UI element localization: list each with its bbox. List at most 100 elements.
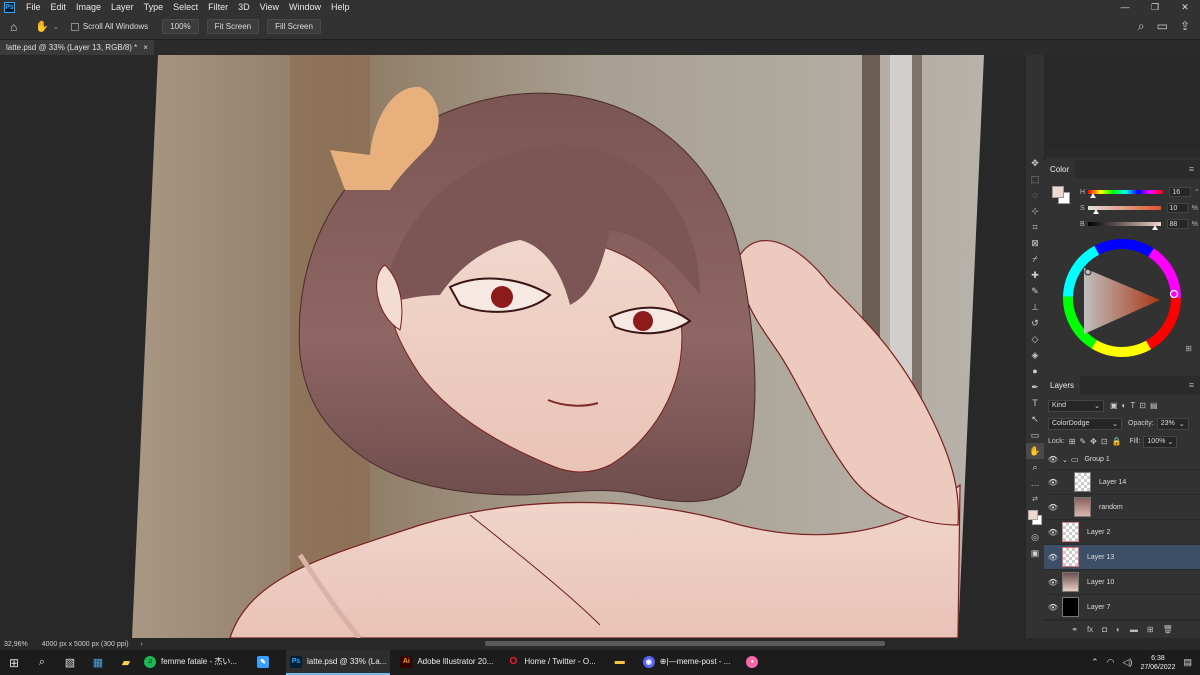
- layer-row-random[interactable]: 👁 random: [1044, 495, 1200, 520]
- fg-bg-swatch[interactable]: [1052, 186, 1072, 206]
- menu-edit[interactable]: Edit: [46, 2, 72, 12]
- fill-screen-button[interactable]: Fill Screen: [267, 19, 321, 34]
- hue-value[interactable]: 16: [1169, 187, 1192, 197]
- saturation-value[interactable]: 10: [1166, 203, 1188, 213]
- canvas-area[interactable]: [0, 55, 1026, 638]
- expand-icon[interactable]: ⊞: [1185, 344, 1192, 353]
- taskbar-app-osu[interactable]: ●: [742, 650, 767, 675]
- menu-3d[interactable]: 3D: [233, 2, 255, 12]
- visibility-eye-icon[interactable]: 👁: [1044, 503, 1062, 512]
- color-panel-tab[interactable]: Color: [1044, 160, 1076, 178]
- chevron-down-icon[interactable]: ⌄: [53, 23, 59, 31]
- visibility-eye-icon[interactable]: 👁: [1044, 528, 1062, 537]
- close-window-button[interactable]: ✕: [1170, 0, 1200, 14]
- brightness-slider[interactable]: [1087, 222, 1161, 230]
- eyedropper-tool-icon[interactable]: ⌿: [1026, 251, 1044, 267]
- menu-window[interactable]: Window: [284, 2, 326, 12]
- layer-row-layer-10[interactable]: 👁 Layer 10: [1044, 570, 1200, 595]
- menu-image[interactable]: Image: [71, 2, 106, 12]
- zoom-100-button[interactable]: 100%: [162, 19, 199, 34]
- color-panel-fg-swatch[interactable]: [1052, 186, 1064, 198]
- menu-layer[interactable]: Layer: [106, 2, 139, 12]
- eraser-tool-icon[interactable]: ◇: [1026, 331, 1044, 347]
- pen-tool-icon[interactable]: ✒: [1026, 379, 1044, 395]
- screen-mode-icon[interactable]: ▣: [1026, 545, 1044, 561]
- sticky-notes-icon[interactable]: ▰: [112, 650, 140, 675]
- group-chevron-icon[interactable]: ⌄: [1062, 456, 1068, 464]
- lasso-tool-icon[interactable]: ◌: [1026, 187, 1044, 203]
- quick-select-tool-icon[interactable]: ⊹: [1026, 203, 1044, 219]
- file-explorer-icon[interactable]: ▦: [84, 650, 112, 675]
- hue-knob[interactable]: [1089, 193, 1096, 198]
- visibility-eye-icon[interactable]: 👁: [1044, 553, 1062, 562]
- link-layers-icon[interactable]: ⚭: [1071, 625, 1078, 634]
- quick-mask-icon[interactable]: ◎: [1026, 529, 1044, 545]
- stamp-tool-icon[interactable]: ⊥: [1026, 299, 1044, 315]
- zoom-level[interactable]: 32,96%: [4, 641, 28, 648]
- fit-screen-button[interactable]: Fit Screen: [206, 19, 260, 34]
- share-icon[interactable]: ⇪: [1180, 19, 1190, 34]
- document-tab[interactable]: latte.psd @ 33% (Layer 13, RGB/8) * ×: [0, 40, 154, 55]
- fx-icon[interactable]: fx: [1087, 625, 1093, 634]
- layers-panel-tab[interactable]: Layers: [1044, 376, 1081, 394]
- color-wheel[interactable]: [1062, 238, 1182, 358]
- visibility-eye-icon[interactable]: 👁: [1044, 455, 1062, 464]
- color-swatches[interactable]: [1026, 507, 1044, 529]
- new-layer-icon[interactable]: ⊞: [1147, 625, 1154, 634]
- path-select-icon[interactable]: ↖: [1026, 411, 1044, 427]
- marquee-tool-icon[interactable]: ⬚: [1026, 171, 1044, 187]
- menu-help[interactable]: Help: [326, 2, 355, 12]
- filter-kind-select[interactable]: Kind ⌄: [1048, 399, 1104, 412]
- saturation-knob[interactable]: [1092, 209, 1099, 214]
- hand-tool-icon[interactable]: ✋: [35, 20, 49, 33]
- menu-view[interactable]: View: [255, 2, 284, 12]
- layer-row-layer-14[interactable]: 👁 Layer 14: [1044, 470, 1200, 495]
- horizontal-scrollbar[interactable]: [485, 641, 885, 646]
- taskbar-app-pen[interactable]: ✎: [253, 650, 278, 675]
- type-tool-icon[interactable]: T: [1026, 395, 1044, 411]
- search-icon[interactable]: ⌕: [28, 650, 56, 675]
- layer-row-layer-7[interactable]: 👁 Layer 7: [1044, 595, 1200, 620]
- restore-button[interactable]: ❐: [1140, 0, 1170, 14]
- scroll-all-windows-checkbox[interactable]: Scroll All Windows: [70, 22, 148, 31]
- rectangle-tool-icon[interactable]: ▭: [1026, 427, 1044, 443]
- new-group-icon[interactable]: ▬: [1130, 625, 1138, 634]
- swap-colors-icon[interactable]: ⇄: [1026, 491, 1044, 507]
- zoom-tool-icon[interactable]: ⌕: [1026, 459, 1044, 475]
- lock-icons[interactable]: ⊞✎✥⊡🔒: [1069, 437, 1126, 446]
- taskbar-app-opera[interactable]: O Home / Twitter - O...: [503, 650, 599, 675]
- home-icon[interactable]: ⌂: [10, 20, 17, 34]
- taskbar-app-spotify[interactable]: ♫ femme fatale - 杰い...: [140, 650, 241, 675]
- bucket-tool-icon[interactable]: ◈: [1026, 347, 1044, 363]
- delete-layer-icon[interactable]: 🗑: [1163, 625, 1173, 634]
- visibility-eye-icon[interactable]: 👁: [1044, 478, 1062, 487]
- close-tab-icon[interactable]: ×: [143, 43, 148, 52]
- taskbar-app-folder[interactable]: ▬: [610, 650, 635, 675]
- taskbar-app-illustrator[interactable]: Ai Adobe Illustrator 20...: [396, 650, 497, 675]
- tray-chevron-up-icon[interactable]: ⌃: [1091, 657, 1099, 668]
- taskbar-app-discord[interactable]: ◉ ⊕|—meme-post - ...: [639, 650, 735, 675]
- taskbar-app-photoshop[interactable]: Ps latte.psd @ 33% (La...: [286, 650, 391, 675]
- minimize-button[interactable]: —: [1110, 0, 1140, 14]
- windows-start-icon[interactable]: ⊞: [0, 650, 28, 675]
- blur-tool-icon[interactable]: ●: [1026, 363, 1044, 379]
- hand-tool-active-icon[interactable]: ✋: [1026, 443, 1044, 459]
- visibility-eye-icon[interactable]: 👁: [1044, 603, 1062, 612]
- menu-file[interactable]: File: [21, 2, 46, 12]
- notifications-icon[interactable]: ▤: [1183, 657, 1192, 668]
- layer-row-layer-13[interactable]: 👁 Layer 13: [1044, 545, 1200, 570]
- search-icon[interactable]: ⌕: [1138, 19, 1145, 34]
- move-tool-icon[interactable]: ✥: [1026, 155, 1044, 171]
- status-chevron-icon[interactable]: ›: [141, 641, 143, 648]
- menu-type[interactable]: Type: [139, 2, 169, 12]
- checkbox-box[interactable]: [70, 22, 79, 31]
- panel-menu-icon[interactable]: ≡: [1189, 164, 1194, 174]
- healing-tool-icon[interactable]: ✚: [1026, 267, 1044, 283]
- blend-mode-select[interactable]: ColorDodge ⌄: [1048, 417, 1122, 430]
- layers-menu-icon[interactable]: ≡: [1189, 380, 1194, 390]
- opacity-input[interactable]: 23% ⌄: [1156, 417, 1189, 430]
- fill-input[interactable]: 100% ⌄: [1143, 435, 1178, 448]
- menu-filter[interactable]: Filter: [203, 2, 233, 12]
- menu-select[interactable]: Select: [168, 2, 203, 12]
- add-mask-icon[interactable]: ◘: [1102, 625, 1107, 634]
